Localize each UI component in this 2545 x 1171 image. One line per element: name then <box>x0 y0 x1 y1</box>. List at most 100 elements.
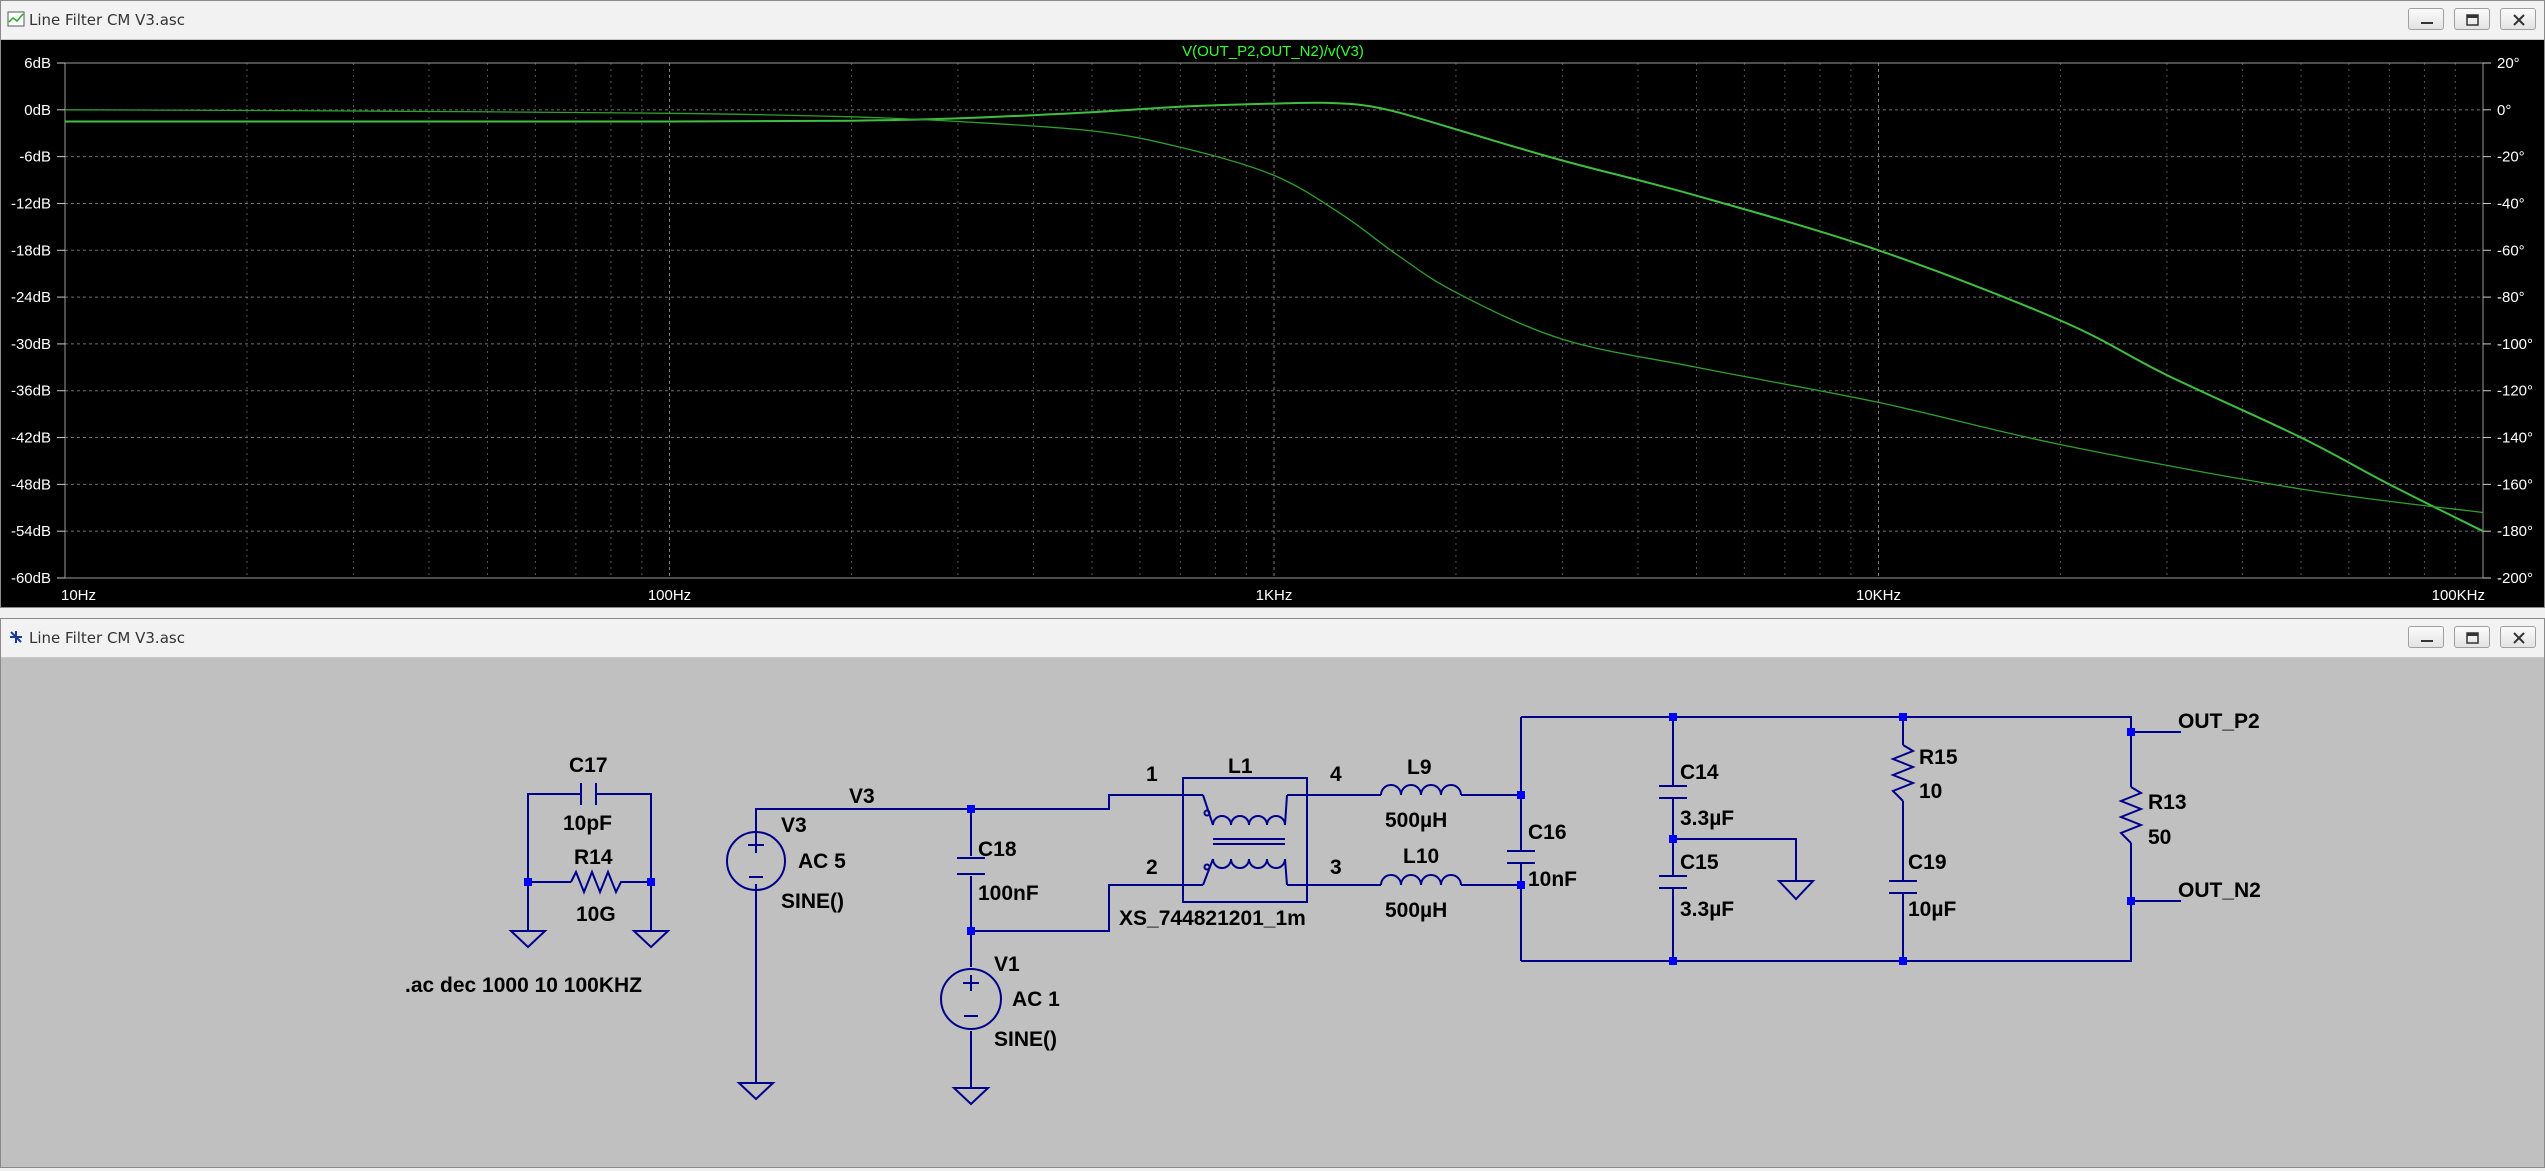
c14-value[interactable]: 3.3µF <box>1680 807 1734 830</box>
net-label-out-n2[interactable]: OUT_N2 <box>2178 879 2261 902</box>
restore-button[interactable] <box>2454 8 2490 30</box>
y-right-tick-label: -180° <box>2497 523 2533 540</box>
y-left-tick-label: -18dB <box>11 242 51 259</box>
v3-ac[interactable]: AC 5 <box>798 850 846 873</box>
schematic-canvas[interactable]: C17 10pF R14 10G .ac dec 1000 10 100KHZ … <box>1 658 2544 1167</box>
waveform-plot-pane[interactable]: V(OUT_P2,OUT_N2)/v(V3) 6dB 0dB -6dB -12dB -1… <box>1 40 2544 607</box>
l1-pin-4: 4 <box>1330 763 1342 786</box>
y-right-tick-label: -200° <box>2497 570 2533 587</box>
plot-window-icon <box>7 11 25 27</box>
schematic-window-icon <box>10 631 22 643</box>
l1-pin-3: 3 <box>1330 856 1342 879</box>
schematic-window-title: Line Filter CM V3.asc <box>29 629 185 647</box>
y-right-tick-label: -20° <box>2497 149 2525 166</box>
plot-grid <box>64 62 2483 579</box>
y-left-tick-label: -42dB <box>11 430 51 447</box>
v1-name[interactable]: V1 <box>994 953 1020 976</box>
x-tick-label: 100Hz <box>648 587 691 604</box>
r14-value[interactable]: 10G <box>576 903 616 926</box>
y-right-tick-label: -120° <box>2497 383 2533 400</box>
x-axis-labels: 10Hz 100Hz 1KHz 10KHz 100KHz <box>61 587 2485 604</box>
plot-window-titlebar[interactable]: Line Filter CM V3.asc <box>1 1 2544 40</box>
c19-value[interactable]: 10µF <box>1908 898 1956 921</box>
c15-value[interactable]: 3.3µF <box>1680 898 1734 921</box>
y-left-tick-label: -24dB <box>11 289 51 306</box>
c19-name[interactable]: C19 <box>1908 851 1947 874</box>
c18-value[interactable]: 100nF <box>978 882 1039 905</box>
minimize-icon <box>2421 640 2433 642</box>
r14-name[interactable]: R14 <box>574 846 613 869</box>
c18-name[interactable]: C18 <box>978 838 1017 861</box>
restore-icon <box>2466 14 2479 26</box>
y-right-tick-label: -140° <box>2497 430 2533 447</box>
v1-function[interactable]: SINE() <box>994 1028 1057 1051</box>
r13-name[interactable]: R13 <box>2148 791 2187 814</box>
junction-dots <box>524 713 2135 965</box>
net-label-v3[interactable]: V3 <box>849 785 875 808</box>
plot-frame <box>64 62 2484 579</box>
schematic-window: Line Filter CM V3.asc C17 10pF R14 10G .… <box>0 618 2545 1168</box>
y-axis-right-labels: 20° 0° -20° -40° -60° -80° -100° -120° -140° -160… <box>2483 55 2533 587</box>
y-left-tick-label: -60dB <box>11 570 51 587</box>
x-tick-label: 10Hz <box>61 587 96 604</box>
plot-window: Line Filter CM V3.asc V(OUT_P2,OUT_N2)/v… <box>0 0 2545 608</box>
ac-directive[interactable]: .ac dec 1000 10 100KHZ <box>405 974 642 997</box>
c17-name[interactable]: C17 <box>569 754 608 777</box>
y-left-tick-label: -6dB <box>19 149 51 166</box>
l9-value[interactable]: 500µH <box>1385 809 1447 832</box>
y-left-tick-label: -54dB <box>11 523 51 540</box>
common-mode-choke-symbol <box>1182 777 1308 903</box>
l1-model[interactable]: XS_744821201_1m <box>1119 907 1306 930</box>
r15-name[interactable]: R15 <box>1919 746 1958 769</box>
y-left-tick-label: -48dB <box>11 476 51 493</box>
y-right-tick-label: 0° <box>2497 102 2511 119</box>
inductors <box>1380 784 1462 886</box>
y-left-tick-label: -30dB <box>11 336 51 353</box>
l1-name[interactable]: L1 <box>1228 755 1253 778</box>
y-right-tick-label: -60° <box>2497 242 2525 259</box>
y-right-tick-label: 20° <box>2497 55 2520 72</box>
y-right-tick-label: -80° <box>2497 289 2525 306</box>
y-left-tick-label: -12dB <box>11 195 51 212</box>
c17-value[interactable]: 10pF <box>563 812 612 835</box>
close-button[interactable] <box>2500 626 2536 648</box>
close-button[interactable] <box>2500 8 2536 30</box>
r15-value[interactable]: 10 <box>1919 780 1942 803</box>
schematic-window-titlebar[interactable]: Line Filter CM V3.asc <box>1 619 2544 658</box>
y-axis-left-labels: 6dB 0dB -6dB -12dB -18dB -24dB -30dB -36dB -42dB… <box>11 55 65 587</box>
y-right-tick-label: -100° <box>2497 336 2533 353</box>
l1-pin-1: 1 <box>1146 763 1158 786</box>
restore-icon <box>2466 632 2479 644</box>
minimize-icon <box>2421 22 2433 24</box>
net-label-out-p2[interactable]: OUT_P2 <box>2178 710 2260 733</box>
y-left-tick-label: 0dB <box>24 102 51 119</box>
v3-name[interactable]: V3 <box>781 814 807 837</box>
close-icon <box>2513 14 2525 26</box>
minimize-button[interactable] <box>2408 626 2444 648</box>
l10-value[interactable]: 500µH <box>1385 899 1447 922</box>
v3-function[interactable]: SINE() <box>781 890 844 913</box>
schematic-drawing[interactable]: C17 10pF R14 10G .ac dec 1000 10 100KHZ … <box>1 658 2544 1167</box>
component-labels: C17 10pF R14 10G .ac dec 1000 10 100KHZ … <box>405 710 2261 1051</box>
c16-name[interactable]: C16 <box>1528 821 1567 844</box>
x-tick-label: 10KHz <box>1856 587 1901 604</box>
v1-ac[interactable]: AC 1 <box>1012 988 1060 1011</box>
x-tick-label: 100KHz <box>2432 587 2485 604</box>
y-right-tick-label: -40° <box>2497 195 2525 212</box>
r13-value[interactable]: 50 <box>2148 826 2171 849</box>
close-icon <box>2513 632 2525 644</box>
l9-name[interactable]: L9 <box>1407 756 1432 779</box>
trace-label[interactable]: V(OUT_P2,OUT_N2)/v(V3) <box>1182 43 1364 60</box>
l10-name[interactable]: L10 <box>1403 845 1439 868</box>
c16-value[interactable]: 10nF <box>1528 868 1577 891</box>
y-right-tick-label: -160° <box>2497 476 2533 493</box>
voltage-sources <box>726 831 1002 1030</box>
c14-name[interactable]: C14 <box>1680 761 1719 784</box>
minimize-button[interactable] <box>2408 8 2444 30</box>
c15-name[interactable]: C15 <box>1680 851 1719 874</box>
y-left-tick-label: -36dB <box>11 383 51 400</box>
x-tick-label: 1KHz <box>1256 587 1293 604</box>
restore-button[interactable] <box>2454 626 2490 648</box>
y-left-tick-label: 6dB <box>24 55 51 72</box>
bode-plot[interactable]: V(OUT_P2,OUT_N2)/v(V3) 6dB 0dB -6dB -12dB -1… <box>1 40 2544 607</box>
